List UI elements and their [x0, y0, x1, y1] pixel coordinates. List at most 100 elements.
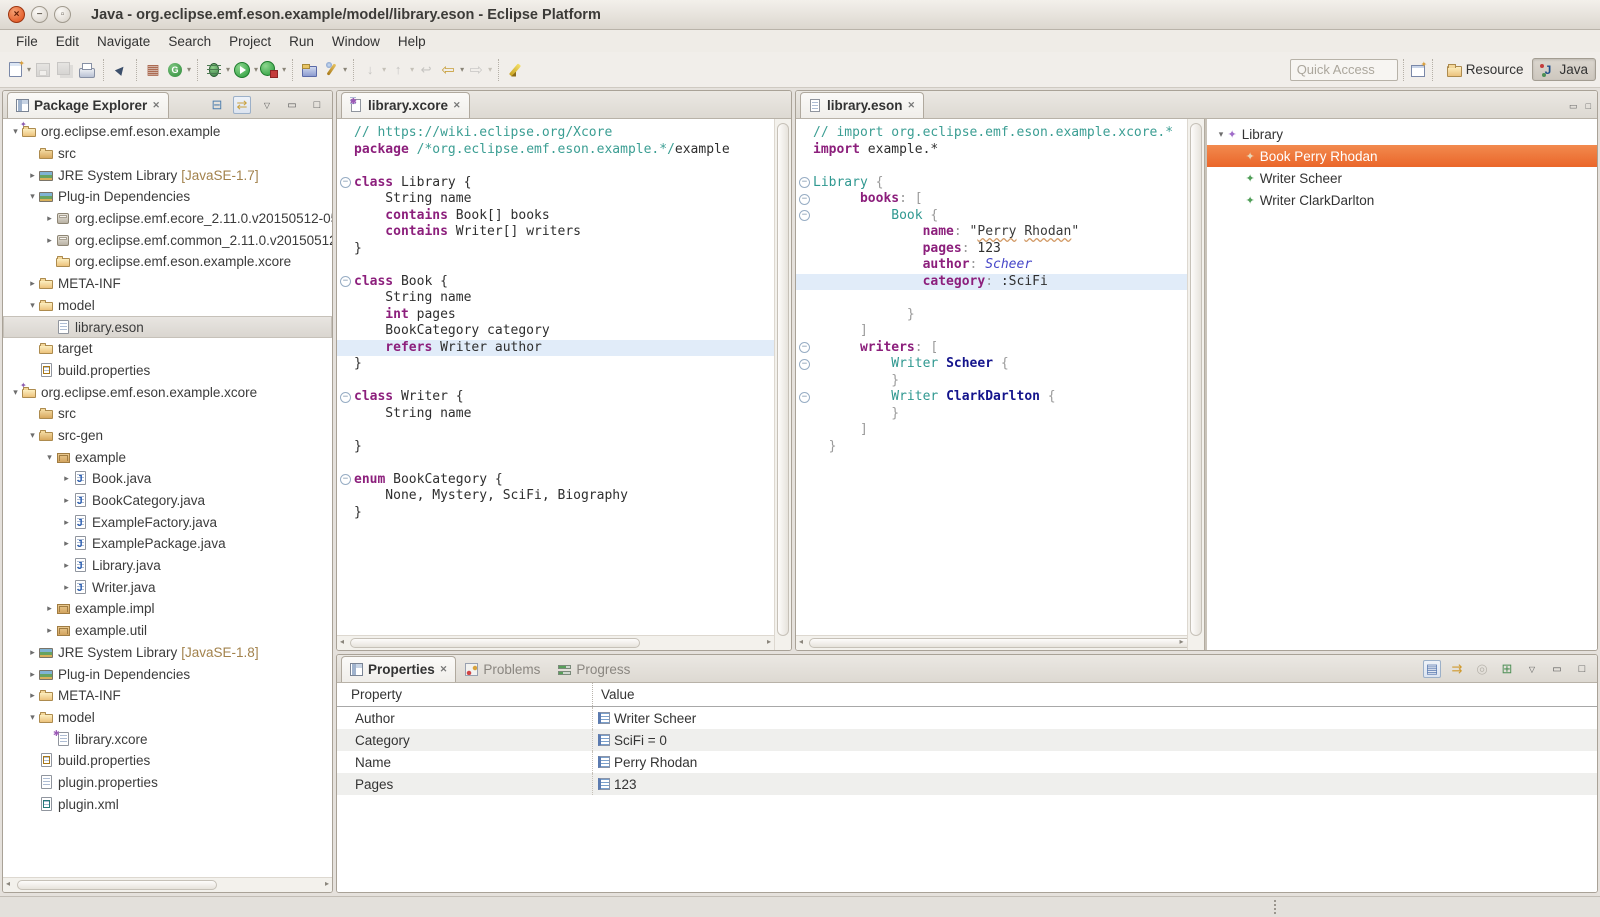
tree-item-book.java[interactable]: ▸Book.java: [3, 468, 332, 490]
tree-item-example[interactable]: ▾example: [3, 446, 332, 468]
collapse-icon[interactable]: −: [340, 474, 351, 485]
tree-item-plug-in-dependencies[interactable]: ▾Plug-in Dependencies: [3, 186, 332, 208]
code-line[interactable]: [337, 422, 774, 439]
xcore-vscrollbar[interactable]: [774, 119, 791, 650]
tab-library-xcore[interactable]: library.xcore ✕: [341, 92, 470, 118]
tree-item-org.eclipse.emf.common-2.11.0.v20150512[interactable]: ▸org.eclipse.emf.common_2.11.0.v20150512: [3, 229, 332, 251]
tree-item-meta-inf[interactable]: ▸META-INF: [3, 273, 332, 295]
code-line[interactable]: // import org.eclipse.emf.eson.example.x…: [796, 125, 1187, 142]
code-line[interactable]: − Book {: [796, 208, 1187, 225]
code-line[interactable]: }: [337, 241, 774, 258]
window-maximize-button[interactable]: ▫: [54, 6, 71, 23]
tab-problems[interactable]: Problems: [456, 656, 549, 682]
code-line[interactable]: contains Book[] books: [337, 208, 774, 225]
scroll-thumb[interactable]: [1190, 123, 1202, 636]
xcore-code-area[interactable]: // https://wiki.eclipse.org/Xcorepackage…: [337, 119, 774, 635]
fold-marker[interactable]: −: [796, 208, 813, 225]
maximize-view-button[interactable]: [308, 96, 326, 114]
property-row-pages[interactable]: Pages123: [337, 773, 1597, 795]
show-tree-button[interactable]: [1423, 660, 1441, 678]
close-icon[interactable]: ✕: [152, 100, 160, 111]
new-wizard-button[interactable]: ▾: [5, 60, 31, 80]
menu-edit[interactable]: Edit: [48, 33, 87, 50]
property-value-cell[interactable]: 123: [593, 777, 637, 792]
code-line[interactable]: [337, 257, 774, 274]
scroll-left-icon[interactable]: ◂: [799, 637, 803, 646]
scroll-right-icon[interactable]: ▸: [1179, 637, 1183, 646]
show-categories-button[interactable]: [1473, 660, 1491, 678]
code-line[interactable]: }: [796, 373, 1187, 390]
search-button[interactable]: ▾: [321, 60, 347, 80]
tree-item-library.eson[interactable]: library.eson: [3, 316, 332, 338]
scroll-right-icon[interactable]: ▸: [767, 637, 771, 646]
expand-arrow-icon[interactable]: ▾: [26, 430, 39, 441]
column-header-value[interactable]: Value: [593, 687, 635, 702]
run-button[interactable]: ▾: [232, 60, 258, 80]
fold-marker[interactable]: −: [796, 340, 813, 357]
open-type-button[interactable]: [299, 60, 319, 80]
expand-arrow-icon[interactable]: ▸: [26, 278, 39, 289]
minimize-view-button[interactable]: [283, 96, 301, 114]
collapse-icon[interactable]: −: [799, 392, 810, 403]
code-line[interactable]: }: [337, 505, 774, 522]
view-menu-button[interactable]: [1523, 660, 1541, 678]
code-line[interactable]: }: [796, 406, 1187, 423]
code-line[interactable]: }: [337, 439, 774, 456]
menu-window[interactable]: Window: [324, 33, 388, 50]
open-element-button[interactable]: [110, 60, 130, 80]
debug-button[interactable]: ▾: [204, 60, 230, 80]
code-line[interactable]: [796, 290, 1187, 307]
code-line[interactable]: None, Mystery, SciFi, Biography: [337, 488, 774, 505]
eson-hscrollbar[interactable]: ◂ ▸: [796, 635, 1187, 650]
code-line[interactable]: −class Book {: [337, 274, 774, 291]
new-properties-view-button[interactable]: [1498, 660, 1516, 678]
highlighted-code-line[interactable]: refers Writer author: [337, 340, 774, 357]
code-line[interactable]: −Library {: [796, 175, 1187, 192]
column-header-property[interactable]: Property: [337, 683, 593, 706]
generate-button[interactable]: ▾: [165, 60, 191, 80]
scroll-left-icon[interactable]: ◂: [340, 637, 344, 646]
tree-item-plug-in-dependencies[interactable]: ▸Plug-in Dependencies: [3, 663, 332, 685]
tab-library-eson[interactable]: library.eson ✕: [800, 92, 924, 118]
collapse-icon[interactable]: −: [799, 177, 810, 188]
fold-marker[interactable]: −: [796, 191, 813, 208]
collapse-icon[interactable]: −: [799, 194, 810, 205]
package-explorer-tab[interactable]: Package Explorer ✕: [7, 92, 169, 118]
menu-file[interactable]: File: [8, 33, 46, 50]
tree-item-org.eclipse.emf.eson.example.xcore[interactable]: org.eclipse.emf.eson.example.xcore: [3, 251, 332, 273]
expand-arrow-icon[interactable]: ▸: [60, 560, 73, 571]
expand-arrow-icon[interactable]: ▸: [60, 582, 73, 593]
quick-access-input[interactable]: [1290, 59, 1398, 81]
window-minimize-button[interactable]: −: [31, 6, 48, 23]
code-line[interactable]: }: [337, 356, 774, 373]
fold-marker[interactable]: −: [337, 175, 354, 192]
perspective-java-button[interactable]: J Java: [1532, 58, 1596, 81]
tree-item-library.xcore[interactable]: ✱library.xcore: [3, 728, 332, 750]
highlighted-code-line[interactable]: category: :SciFi: [796, 274, 1187, 291]
menu-run[interactable]: Run: [281, 33, 322, 50]
tree-item-src[interactable]: src: [3, 403, 332, 425]
code-line[interactable]: pages: 123: [796, 241, 1187, 258]
open-perspective-button[interactable]: [1409, 61, 1427, 79]
code-line[interactable]: package /*org.eclipse.emf.eson.example.*…: [337, 142, 774, 159]
tree-item-src-gen[interactable]: ▾src-gen: [3, 425, 332, 447]
menu-project[interactable]: Project: [221, 33, 279, 50]
tree-item-examplefactory.java[interactable]: ▸ExampleFactory.java: [3, 511, 332, 533]
tree-item-example.util[interactable]: ▸example.util: [3, 620, 332, 642]
print-button[interactable]: [77, 60, 97, 80]
xcore-hscrollbar[interactable]: ◂ ▸: [337, 635, 774, 650]
tree-item-build.properties[interactable]: build.properties: [3, 750, 332, 772]
scroll-thumb[interactable]: [350, 638, 640, 648]
code-line[interactable]: ]: [796, 323, 1187, 340]
code-line[interactable]: [337, 455, 774, 472]
back-button[interactable]: ▾: [438, 60, 464, 80]
expand-arrow-icon[interactable]: ▸: [43, 213, 56, 224]
eson-vscrollbar[interactable]: [1187, 119, 1204, 650]
window-close-button[interactable]: ×: [8, 6, 25, 23]
code-line[interactable]: name: "Perry Rhodan": [796, 224, 1187, 241]
expand-arrow-icon[interactable]: ▾: [26, 191, 39, 202]
minimize-editor-button[interactable]: ▭: [1569, 101, 1578, 112]
tree-item-target[interactable]: target: [3, 338, 332, 360]
expand-arrow-icon[interactable]: ▾: [43, 452, 56, 463]
expand-arrow-icon[interactable]: ▸: [60, 495, 73, 506]
